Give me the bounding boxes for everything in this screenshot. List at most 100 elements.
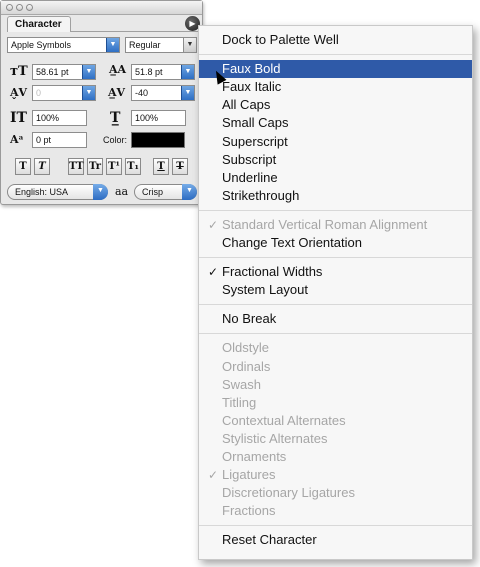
- menu-item-label: Ordinals: [222, 358, 271, 374]
- menu-item: Discretionary Ligatures: [199, 484, 472, 502]
- style-button[interactable]: T: [34, 158, 50, 175]
- menu-item[interactable]: Faux Bold: [199, 60, 472, 79]
- baseline-shift-icon: Aᵃ: [10, 133, 24, 146]
- menu-item: Stylistic Alternates: [199, 430, 472, 448]
- menu-item-label: Ornaments: [222, 449, 287, 464]
- menu-item[interactable]: Small Caps: [199, 114, 472, 132]
- font-family-dropdown[interactable]: Apple Symbols ▼: [7, 37, 120, 53]
- kerning-value: 0: [36, 88, 42, 98]
- menu-item[interactable]: Superscript: [199, 133, 472, 151]
- vertical-scale-icon: IT: [10, 110, 27, 126]
- font-style-value: Regular: [129, 40, 161, 50]
- vertical-scale-value: 100%: [36, 113, 60, 123]
- baseline-shift-field[interactable]: 0 pt: [32, 132, 87, 148]
- kerning-field[interactable]: 0 ▼: [32, 85, 96, 101]
- style-button[interactable]: T₁: [125, 158, 141, 175]
- chevron-down-icon[interactable]: ▼: [93, 184, 108, 200]
- leading-field[interactable]: 51.8 pt ▼: [131, 64, 195, 80]
- menu-separator: [199, 257, 472, 259]
- menu-separator: [199, 304, 472, 306]
- menu-separator: [199, 333, 472, 335]
- anti-alias-icon: aa: [115, 185, 129, 198]
- menu-item-label: Contextual Alternates: [222, 412, 346, 428]
- vertical-scale-field[interactable]: 100%: [32, 110, 87, 126]
- tab-character[interactable]: Character: [7, 16, 71, 32]
- chevron-down-icon[interactable]: ▼: [181, 65, 194, 79]
- menu-item[interactable]: Strikethrough: [199, 187, 472, 205]
- menu-item: Ordinals: [199, 358, 472, 376]
- tracking-icon: A̲V: [108, 86, 126, 99]
- menu-item[interactable]: Underline: [199, 169, 472, 187]
- menu-item[interactable]: ✓ Fractional Widths: [199, 263, 472, 281]
- menu-separator: [199, 525, 472, 527]
- font-size-field[interactable]: 58.61 pt ▼: [32, 64, 96, 80]
- menu-item: Contextual Alternates: [199, 412, 472, 430]
- chevron-down-icon[interactable]: ▼: [106, 38, 119, 52]
- menu-item-label: Fractional Widths: [222, 264, 323, 280]
- baseline-shift-value: 0 pt: [36, 135, 52, 145]
- zoom-icon[interactable]: [26, 4, 33, 11]
- menu-item: Swash: [199, 376, 472, 394]
- menu-item-label: Ligatures: [222, 467, 276, 483]
- style-button[interactable]: T: [172, 158, 188, 175]
- checkmark-icon: ✓: [208, 265, 219, 280]
- menu-item-label: Oldstyle: [222, 340, 269, 356]
- menu-item[interactable]: All Caps: [199, 96, 472, 114]
- anti-alias-value: Crisp: [142, 187, 164, 197]
- horizontal-scale-icon: T̲: [110, 110, 121, 126]
- font-size-icon: ᴛT: [10, 64, 28, 79]
- color-label: Color:: [103, 135, 128, 145]
- menu-item[interactable]: No Break: [199, 310, 472, 328]
- leading-value: 51.8 pt: [135, 67, 163, 77]
- menu-item: Fractions: [199, 502, 472, 520]
- menu-item-label: Dock to Palette Well: [222, 32, 339, 47]
- color-swatch[interactable]: [131, 132, 185, 148]
- language-value: English: USA: [15, 187, 69, 197]
- menu-item-label: Faux Bold: [222, 61, 281, 77]
- style-button[interactable]: T¹: [106, 158, 122, 175]
- chevron-down-icon[interactable]: ▼: [82, 86, 95, 100]
- menu-item-label: Faux Italic: [222, 79, 282, 95]
- menu-item: ✓ Standard Vertical Roman Alignment: [199, 216, 472, 234]
- menu-separator: [199, 54, 472, 56]
- character-options-menu: Dock to Palette Well Faux Bold Faux Italic…: [198, 25, 473, 560]
- close-icon[interactable]: [6, 4, 13, 11]
- menu-item[interactable]: Dock to Palette Well: [199, 31, 472, 49]
- style-button[interactable]: T: [15, 158, 31, 175]
- checkmark-icon: ✓: [208, 217, 219, 232]
- menu-item-label: Underline: [222, 169, 278, 185]
- anti-alias-dropdown[interactable]: Crisp ▼: [134, 184, 197, 200]
- chevron-down-icon[interactable]: ▼: [181, 86, 194, 100]
- menu-item: Titling: [199, 394, 472, 412]
- menu-item[interactable]: Change Text Orientation: [199, 234, 472, 252]
- style-button[interactable]: Tr: [87, 158, 103, 175]
- menu-item-label: Subscript: [222, 151, 277, 167]
- menu-item-label: Fractions: [222, 503, 276, 519]
- font-family-value: Apple Symbols: [11, 40, 72, 50]
- font-style-dropdown[interactable]: Regular ▼: [125, 37, 197, 53]
- menu-item[interactable]: Subscript: [199, 151, 472, 169]
- chevron-down-icon[interactable]: ▼: [183, 38, 196, 52]
- palette-titlebar[interactable]: [1, 1, 202, 15]
- menu-item-label: Reset Character: [222, 532, 317, 548]
- tracking-field[interactable]: -40 ▼: [131, 85, 195, 101]
- menu-item[interactable]: System Layout: [199, 281, 472, 299]
- minimize-icon[interactable]: [16, 4, 23, 11]
- menu-item-label: Stylistic Alternates: [222, 430, 328, 446]
- menu-item: ✓ Ligatures: [199, 466, 472, 484]
- chevron-down-icon[interactable]: ▼: [82, 65, 95, 79]
- style-button[interactable]: TT: [68, 158, 84, 175]
- menu-item: Ornaments: [199, 448, 472, 466]
- horizontal-scale-field[interactable]: 100%: [131, 110, 186, 126]
- style-button[interactable]: T: [153, 158, 169, 175]
- menu-item[interactable]: Faux Italic: [199, 78, 472, 96]
- menu-item-label: Swash: [222, 376, 262, 392]
- chevron-down-icon[interactable]: ▼: [182, 184, 197, 200]
- language-dropdown[interactable]: English: USA ▼: [7, 184, 108, 200]
- menu-item-label: Standard Vertical Roman Alignment: [222, 216, 428, 232]
- checkmark-icon: ✓: [208, 468, 219, 483]
- kerning-icon: A̬V: [10, 86, 28, 99]
- menu-separator: [199, 209, 472, 211]
- horizontal-scale-value: 100%: [135, 113, 159, 123]
- menu-item[interactable]: Reset Character: [199, 531, 472, 549]
